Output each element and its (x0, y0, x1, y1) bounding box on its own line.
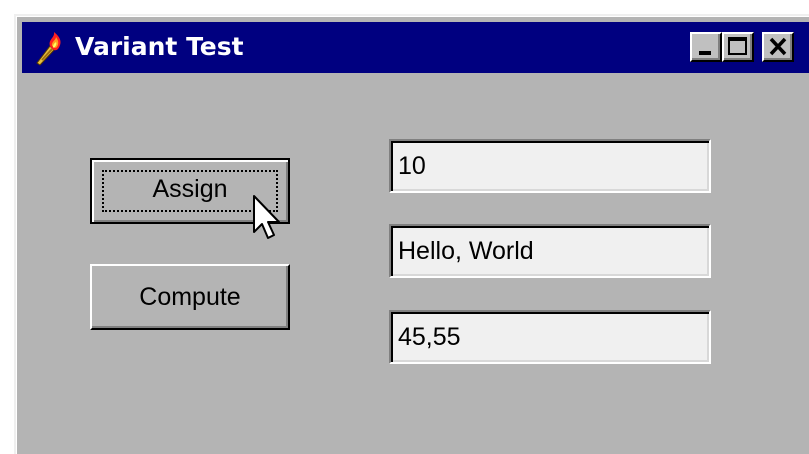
app-window: Variant Test Assign Compute (14, 14, 809, 454)
integer-field[interactable] (389, 139, 711, 193)
result-field[interactable] (389, 310, 711, 364)
close-button[interactable] (762, 32, 794, 62)
compute-button[interactable]: Compute (90, 264, 290, 330)
close-icon (769, 37, 787, 56)
minimize-button[interactable] (690, 32, 722, 62)
maximize-icon (728, 37, 747, 55)
minimize-icon (699, 51, 711, 55)
window-title: Variant Test (75, 32, 244, 61)
string-field[interactable] (389, 224, 711, 278)
compute-button-label: Compute (139, 283, 241, 311)
maximize-button[interactable] (722, 32, 754, 62)
title-bar[interactable]: Variant Test (22, 22, 809, 73)
assign-button[interactable]: Assign (90, 158, 290, 224)
assign-button-label: Assign (152, 175, 228, 203)
torch-icon[interactable] (33, 30, 69, 66)
